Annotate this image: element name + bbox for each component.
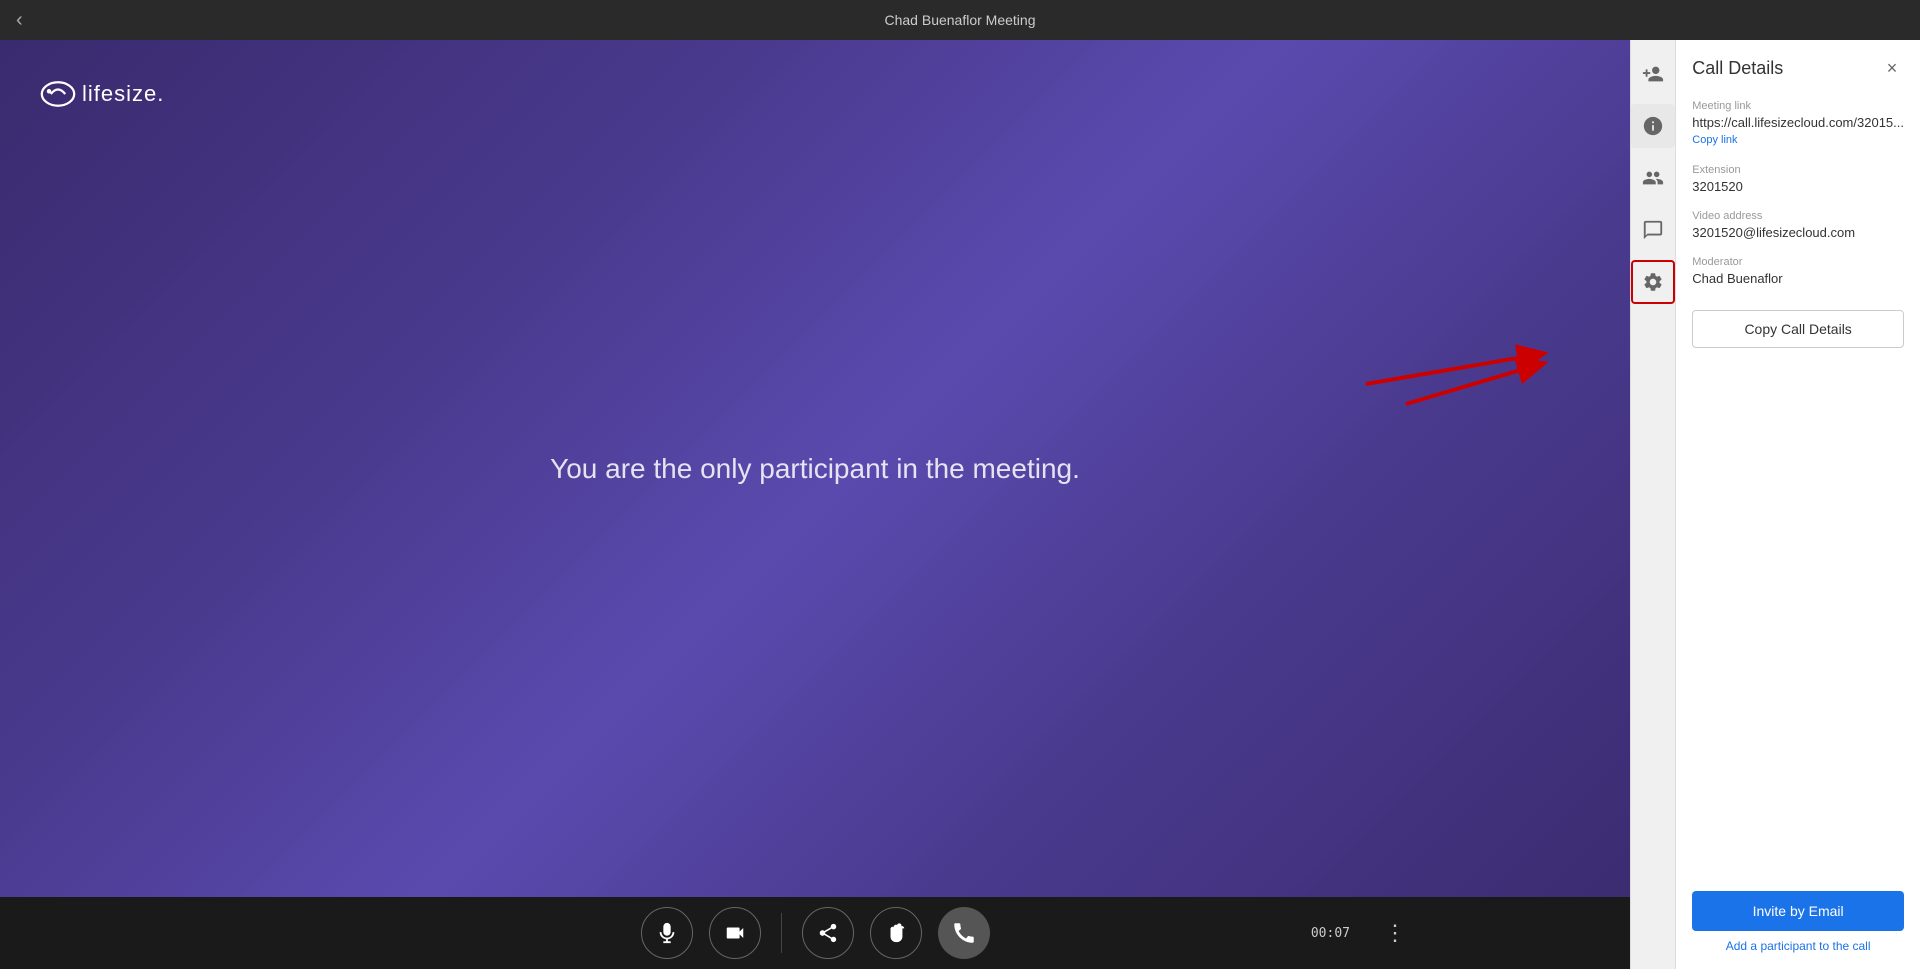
copy-call-details-button[interactable]: Copy Call Details xyxy=(1692,310,1904,348)
share-button[interactable] xyxy=(802,907,854,959)
camera-icon xyxy=(724,922,746,944)
extension-label: Extension xyxy=(1692,164,1904,176)
camera-button[interactable] xyxy=(709,907,761,959)
sidebar-header: Call Details × xyxy=(1692,56,1904,80)
settings-icon xyxy=(1642,271,1664,293)
video-address-value: 3201520@lifesizecloud.com xyxy=(1692,225,1904,240)
raise-hand-button[interactable] xyxy=(870,907,922,959)
sidebar-nav-info[interactable] xyxy=(1631,104,1675,148)
more-options-button[interactable]: ⋮ xyxy=(1380,920,1410,946)
copy-link-button[interactable]: Copy link xyxy=(1692,134,1737,146)
extension-value: 3201520 xyxy=(1692,179,1904,194)
sidebar: Call Details × Meeting link https://call… xyxy=(1630,40,1920,969)
bottom-controls: 00:07 ⋮ xyxy=(0,897,1630,969)
meeting-link-label: Meeting link xyxy=(1692,100,1904,112)
meeting-link-section: Meeting link https://call.lifesizecloud.… xyxy=(1692,100,1904,148)
main-content: lifesize. You are the only participant i… xyxy=(0,40,1920,969)
sidebar-nav-invite[interactable] xyxy=(1631,52,1675,96)
sidebar-spacer xyxy=(1692,364,1904,891)
controls-divider xyxy=(781,913,782,953)
sidebar-nav-chat[interactable] xyxy=(1631,208,1675,252)
sidebar-title: Call Details xyxy=(1692,58,1783,79)
sidebar-nav-settings[interactable] xyxy=(1631,260,1675,304)
moderator-value: Chad Buenaflor xyxy=(1692,271,1904,286)
add-participant-link[interactable]: Add a participant to the call xyxy=(1692,939,1904,953)
back-button[interactable]: ‹ xyxy=(16,9,23,32)
info-icon xyxy=(1642,115,1664,137)
person-add-icon xyxy=(1642,63,1664,85)
meeting-link-value: https://call.lifesizecloud.com/32015... xyxy=(1692,115,1904,130)
top-bar: ‹ Chad Buenaflor Meeting xyxy=(0,0,1920,40)
end-call-icon xyxy=(951,920,977,946)
video-content: lifesize. You are the only participant i… xyxy=(24,64,1606,873)
moderator-label: Moderator xyxy=(1692,256,1904,268)
video-address-label: Video address xyxy=(1692,210,1904,222)
chat-icon xyxy=(1642,219,1664,241)
microphone-button[interactable] xyxy=(641,907,693,959)
end-call-button[interactable] xyxy=(938,907,990,959)
meeting-title: Chad Buenaflor Meeting xyxy=(885,12,1036,28)
lifesize-logo: lifesize. xyxy=(40,80,164,108)
hand-icon xyxy=(885,922,907,944)
sidebar-nav xyxy=(1631,40,1676,969)
moderator-section: Moderator Chad Buenaflor xyxy=(1692,256,1904,286)
lifesize-logo-icon xyxy=(40,80,76,108)
invite-by-email-button[interactable]: Invite by Email xyxy=(1692,891,1904,931)
sidebar-content: Call Details × Meeting link https://call… xyxy=(1676,40,1920,969)
call-timer: 00:07 xyxy=(1311,926,1350,941)
meeting-message: You are the only participant in the meet… xyxy=(550,453,1080,485)
extension-section: Extension 3201520 xyxy=(1692,164,1904,194)
red-arrow-annotation xyxy=(1346,304,1566,424)
close-button[interactable]: × xyxy=(1880,56,1904,80)
lifesize-logo-text: lifesize. xyxy=(82,81,164,107)
share-icon xyxy=(817,922,839,944)
video-area: lifesize. You are the only participant i… xyxy=(0,40,1630,969)
people-icon xyxy=(1642,167,1664,189)
video-address-section: Video address 3201520@lifesizecloud.com xyxy=(1692,210,1904,240)
microphone-icon xyxy=(656,922,678,944)
sidebar-nav-people[interactable] xyxy=(1631,156,1675,200)
